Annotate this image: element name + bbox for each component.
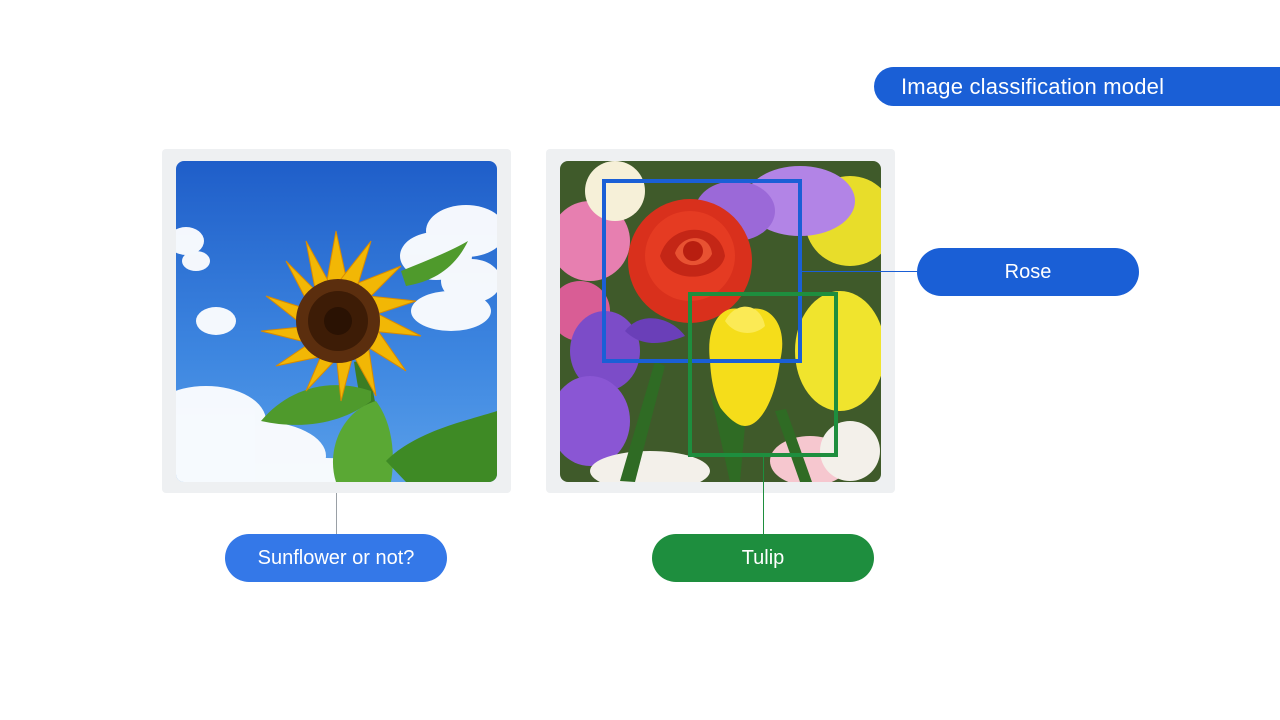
rose-label-text: Rose — [1004, 260, 1052, 283]
title-banner: Image classification model — [874, 67, 1280, 106]
title-label: Image classification model — [901, 73, 1165, 99]
rose-label: Rose — [917, 248, 1139, 296]
sunflower-photo — [176, 161, 497, 482]
rose-connector-line — [802, 271, 917, 272]
sunflower-connector-line — [336, 493, 337, 534]
sunflower-illustration — [176, 161, 497, 482]
tulip-label-text: Tulip — [741, 546, 785, 569]
tulip-bounding-box — [688, 292, 838, 457]
tulip-connector-line — [763, 457, 764, 534]
sunflower-or-not-text: Sunflower or not? — [257, 546, 415, 569]
sunflower-image-card — [162, 149, 511, 493]
tulip-label: Tulip — [652, 534, 874, 582]
sunflower-or-not-label: Sunflower or not? — [225, 534, 447, 582]
